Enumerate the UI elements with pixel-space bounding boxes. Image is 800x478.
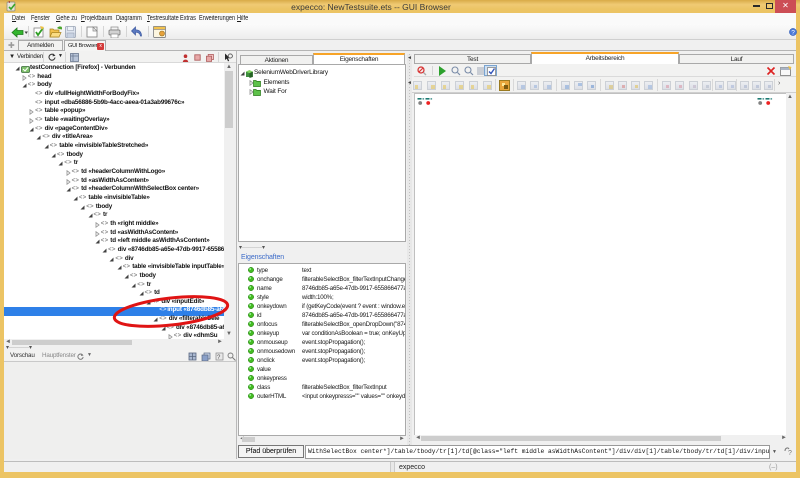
svg-text:?: ?	[788, 450, 792, 457]
svg-text:?: ?	[791, 29, 795, 36]
